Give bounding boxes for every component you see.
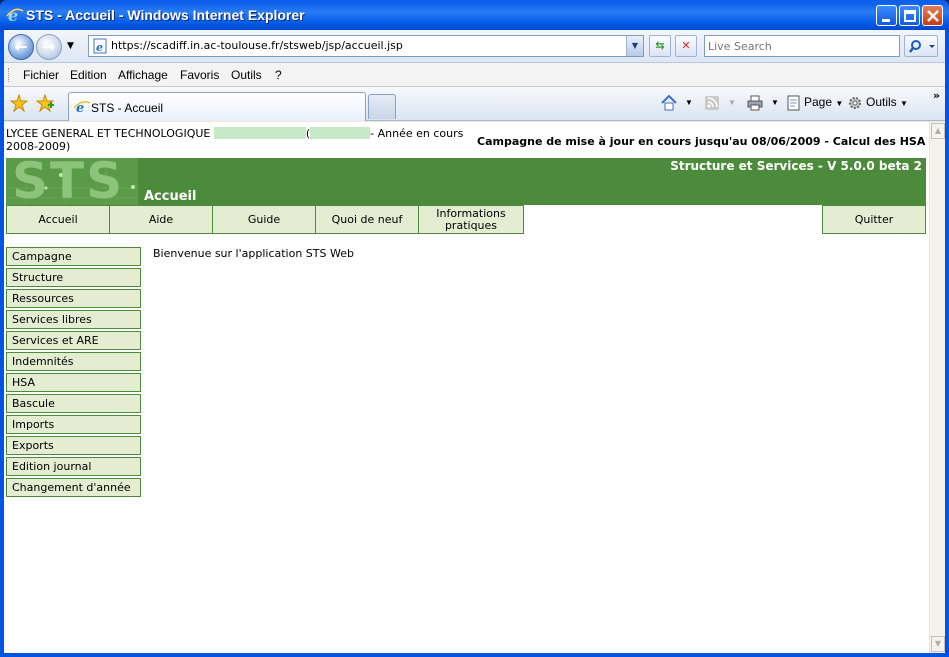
search-box[interactable] — [704, 35, 900, 57]
forward-arrow-icon: → — [42, 37, 56, 56]
side-item-bascule[interactable]: Bascule — [6, 394, 141, 413]
nav-guide[interactable]: Guide — [212, 205, 316, 234]
tools-menu-label: Outils — [866, 95, 897, 109]
minimize-button[interactable] — [876, 5, 897, 26]
toolbar-overflow-icon[interactable]: » — [933, 89, 940, 102]
feeds-dropdown-icon[interactable]: ▼ — [728, 98, 736, 107]
menu-fichier[interactable]: Fichier — [23, 68, 59, 82]
tab-label: STS - Accueil — [91, 101, 164, 115]
nav-informations-line2: pratiques — [444, 218, 498, 232]
ie-logo-icon: e — [6, 6, 24, 24]
nav-aide[interactable]: Aide — [109, 205, 213, 234]
address-bar[interactable]: e https://scadiff.in.ac-toulouse.fr/stsw… — [88, 35, 644, 57]
address-toolbar: ← → ▼ e https://scadiff.in.ac-toulouse.f… — [4, 30, 945, 63]
print-dropdown-icon[interactable]: ▼ — [771, 98, 779, 107]
maximize-button[interactable] — [899, 5, 920, 26]
welcome-message: Bienvenue sur l'application STS Web — [153, 247, 354, 260]
side-item-imports[interactable]: Imports — [6, 415, 141, 434]
menu-favoris[interactable]: Favoris — [180, 68, 219, 82]
tab-page-icon: e — [74, 101, 90, 115]
menu-bar: Fichier Edition Affichage Favoris Outils… — [4, 63, 945, 87]
page-menu-label: Page — [804, 95, 833, 109]
url-text[interactable]: https://scadiff.in.ac-toulouse.fr/stsweb… — [111, 39, 621, 52]
search-input[interactable] — [708, 37, 898, 55]
refresh-icon: ⇆ — [655, 39, 665, 52]
back-button[interactable]: ← — [8, 34, 34, 60]
maximize-icon — [904, 10, 916, 22]
redacted-block — [310, 127, 371, 139]
menu-edition[interactable]: Edition — [70, 68, 107, 82]
print-icon[interactable] — [746, 94, 764, 112]
menu-grip — [8, 68, 11, 82]
menu-affichage[interactable]: Affichage — [118, 68, 168, 82]
feeds-icon[interactable] — [703, 94, 721, 112]
title-bar: e STS - Accueil - Windows Internet Explo… — [0, 0, 949, 30]
side-item-indemnites[interactable]: Indemnités — [6, 352, 141, 371]
favorites-star-icon[interactable] — [10, 94, 28, 112]
page-menu[interactable]: Page ▼ — [804, 95, 843, 109]
back-arrow-icon: ← — [14, 37, 28, 56]
page-menu-icon — [787, 95, 800, 111]
side-menu: Campagne Structure Ressources Services l… — [6, 247, 141, 499]
side-item-services-libres[interactable]: Services libres — [6, 310, 141, 329]
browser-window: e STS - Accueil - Windows Internet Explo… — [0, 0, 949, 657]
side-item-changement-annee[interactable]: Changement d'année — [6, 478, 141, 497]
search-icon — [909, 40, 935, 53]
browser-client: ← → ▼ e https://scadiff.in.ac-toulouse.f… — [4, 30, 945, 653]
vertical-scrollbar[interactable]: ▲ ▼ — [929, 122, 945, 653]
tools-gear-icon — [849, 97, 861, 109]
tab-toolbar: e STS - Accueil ▼ ▼ ▼ Page ▼ Outils ▼ » — [4, 87, 945, 121]
tab-sts-accueil[interactable]: e STS - Accueil — [68, 92, 366, 121]
page-icon: e — [93, 38, 107, 54]
add-favorites-icon[interactable] — [36, 94, 54, 112]
stop-icon: ✕ — [681, 39, 691, 52]
close-icon — [927, 10, 939, 22]
side-item-campagne[interactable]: Campagne — [6, 247, 141, 266]
side-item-exports[interactable]: Exports — [6, 436, 141, 455]
forward-button[interactable]: → — [36, 34, 62, 60]
new-tab-button[interactable] — [368, 94, 396, 119]
minimize-icon — [882, 19, 890, 22]
menu-outils[interactable]: Outils — [231, 68, 262, 82]
stop-button[interactable]: ✕ — [675, 35, 697, 57]
refresh-button[interactable]: ⇆ — [649, 35, 671, 57]
nav-quitter[interactable]: Quitter — [822, 205, 926, 234]
school-name: LYCEE GENERAL ET TECHNOLOGIQUE — [6, 127, 211, 140]
logo-text: STS — [12, 158, 125, 205]
history-dropdown-icon[interactable]: ▼ — [67, 41, 74, 51]
home-icon[interactable] — [660, 94, 678, 112]
search-button[interactable] — [904, 35, 938, 57]
scroll-down-icon[interactable]: ▼ — [931, 636, 945, 652]
app-version: Structure et Services - V 5.0.0 beta 2 — [670, 159, 922, 173]
school-info: LYCEE GENERAL ET TECHNOLOGIQUE (- Année … — [6, 127, 464, 153]
nav-informations-pratiques[interactable]: Informations pratiques — [418, 205, 524, 234]
side-item-structure[interactable]: Structure — [6, 268, 141, 287]
sts-logo: STS — [6, 158, 138, 205]
side-item-ressources[interactable]: Ressources — [6, 289, 141, 308]
svg-text:e: e — [96, 41, 103, 54]
nav-informations-line1: Informations — [436, 206, 506, 220]
side-item-edition-journal[interactable]: Edition journal — [6, 457, 141, 476]
sts-banner: STS Accueil Structure et Services - V 5.… — [6, 158, 926, 205]
redacted-block — [213, 127, 306, 139]
home-dropdown-icon[interactable]: ▼ — [685, 98, 693, 107]
nav-quoi-de-neuf[interactable]: Quoi de neuf — [315, 205, 419, 234]
top-navigation: Accueil Aide Guide Quoi de neuf Informat… — [6, 205, 926, 234]
page-viewport: LYCEE GENERAL ET TECHNOLOGIQUE (- Année … — [4, 122, 929, 653]
side-item-services-are[interactable]: Services et ARE — [6, 331, 141, 350]
window-title: STS - Accueil - Windows Internet Explore… — [26, 7, 305, 23]
page-title: Accueil — [144, 189, 197, 204]
menu-help[interactable]: ? — [275, 68, 282, 82]
side-item-hsa[interactable]: HSA — [6, 373, 141, 392]
address-dropdown-icon[interactable]: ▼ — [626, 36, 643, 56]
tools-menu[interactable]: Outils ▼ — [866, 95, 908, 109]
close-button[interactable] — [922, 5, 943, 26]
campaign-notice: Campagne de mise à jour en cours jusqu'a… — [477, 135, 929, 148]
scroll-up-icon[interactable]: ▲ — [931, 123, 945, 139]
nav-accueil[interactable]: Accueil — [6, 205, 110, 234]
